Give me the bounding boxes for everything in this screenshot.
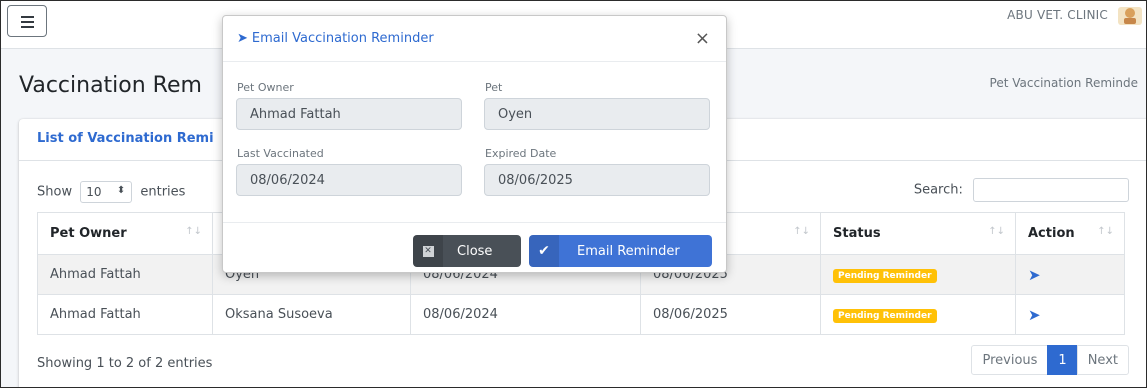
- owner-field[interactable]: Ahmad Fattah: [236, 98, 462, 130]
- app-window: ABU VET. CLINIC Vaccination Rem Pet Vacc…: [0, 0, 1147, 388]
- paper-plane-icon: ➤: [237, 31, 248, 46]
- modal-title-text: Email Vaccination Reminder: [251, 31, 434, 46]
- expired-date-field[interactable]: 08/06/2025: [484, 164, 710, 196]
- close-button[interactable]: ✕ Close: [413, 235, 521, 267]
- pet-field[interactable]: Oyen: [484, 98, 710, 130]
- close-box-icon: ✕: [413, 235, 443, 267]
- close-icon[interactable]: ×: [695, 28, 710, 49]
- modal-footer: ✕ Close ✔ Email Reminder: [223, 222, 726, 273]
- last-vaccinated-label: Last Vaccinated: [237, 147, 324, 160]
- check-icon: ✔: [529, 235, 559, 267]
- modal-header: ➤ Email Vaccination Reminder ×: [223, 16, 726, 62]
- expired-date-label: Expired Date: [485, 147, 557, 160]
- email-button-label: Email Reminder: [577, 243, 680, 259]
- close-button-label: Close: [457, 243, 493, 259]
- email-reminder-modal: ➤ Email Vaccination Reminder × Pet Owner …: [222, 15, 727, 273]
- email-reminder-button[interactable]: ✔ Email Reminder: [529, 235, 712, 267]
- last-vaccinated-field[interactable]: 08/06/2024: [236, 164, 462, 196]
- modal-title: ➤ Email Vaccination Reminder: [237, 31, 434, 46]
- pet-label: Pet: [485, 81, 503, 94]
- owner-label: Pet Owner: [237, 81, 294, 94]
